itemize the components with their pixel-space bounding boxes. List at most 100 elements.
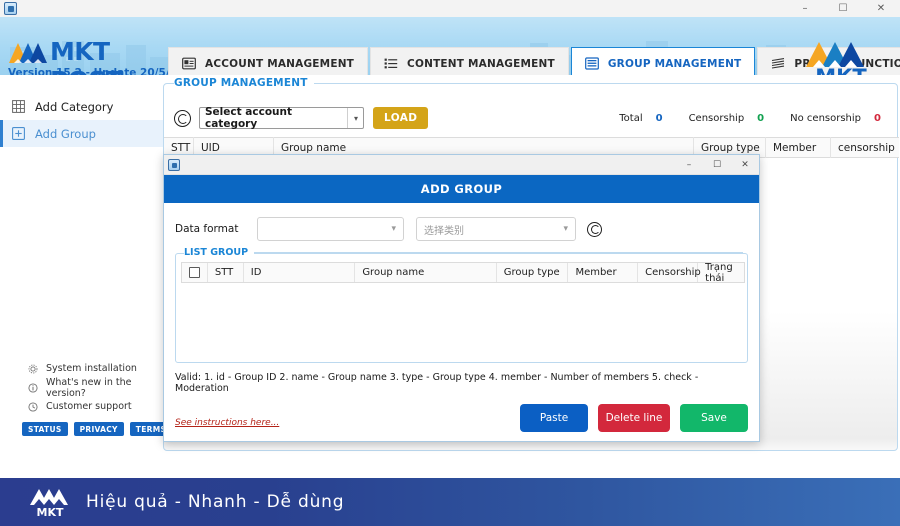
body-area: Add Category Add Group System installati… <box>0 75 900 460</box>
counter-value: 0 <box>655 112 663 124</box>
panel-toolbar: Select account category ▾ LOAD Total 0 C… <box>164 99 899 137</box>
category-select-value: 选择类别 <box>424 225 464 237</box>
sidebar-link-whats-new[interactable]: What's new in the version? <box>0 376 163 399</box>
sidebar-link-label: System installation <box>46 363 137 374</box>
sidebar-link-label: Customer support <box>46 401 132 412</box>
data-format-row: Data format ▾ 选择类别 ▾ <box>175 213 748 245</box>
col-censorship[interactable]: censorship <box>831 137 897 158</box>
paste-button[interactable]: Paste <box>520 404 588 432</box>
window-controls: – ☐ ✕ <box>786 0 900 17</box>
legend-rule <box>313 82 888 84</box>
add-group-modal: – ☐ ✕ ADD GROUP Data format ▾ 选择类别 ▾ LIS… <box>163 154 760 442</box>
data-format-label: Data format <box>175 223 239 235</box>
layers-icon <box>772 58 785 69</box>
panel-legend: GROUP MANAGEMENT <box>174 77 888 89</box>
os-titlebar: – ☐ ✕ <box>0 0 900 17</box>
clock-icon <box>28 401 38 412</box>
lcol-group-name[interactable]: Group name <box>355 263 497 282</box>
list-group-fieldset: LIST GROUP STT ID Group name Group type … <box>175 247 748 363</box>
main-tabbar: ACCOUNT MANAGEMENT CONTENT MANAGEMENT GR… <box>168 47 900 75</box>
mkt-footer-logo-icon: MKT <box>30 489 68 519</box>
id-card-icon <box>182 57 196 70</box>
lcol-censorship[interactable]: Censorship <box>638 263 701 282</box>
modal-maximize-button[interactable]: ☐ <box>703 155 731 175</box>
app-icon <box>4 2 17 15</box>
load-button[interactable]: LOAD <box>373 107 429 129</box>
sidebar-link-system-installation[interactable]: System installation <box>0 359 163 378</box>
list-group-legend-label: LIST GROUP <box>184 247 255 258</box>
badge-status[interactable]: STATUS <box>22 422 68 436</box>
lcol-member[interactable]: Member <box>568 263 639 282</box>
modal-close-button[interactable]: ✕ <box>731 155 759 175</box>
sidebar-item-add-group[interactable]: Add Group <box>0 120 163 147</box>
tab-account-management[interactable]: ACCOUNT MANAGEMENT <box>168 47 369 75</box>
modal-title: ADD GROUP <box>164 175 759 203</box>
gear-icon <box>28 364 38 373</box>
counter-censorship: Censorship 0 <box>689 113 765 124</box>
select-account-category-value: Select account category <box>205 106 293 130</box>
category-select[interactable]: 选择类别 ▾ <box>416 217 576 241</box>
lcol-group-type[interactable]: Group type <box>497 263 569 282</box>
select-account-category-dropdown[interactable]: Select account category ▾ <box>199 106 364 130</box>
modal-body: Data format ▾ 选择类别 ▾ LIST GROUP STT ID G… <box>164 203 759 432</box>
modal-minimize-button[interactable]: – <box>675 155 703 175</box>
panel-legend-label: GROUP MANAGEMENT <box>174 77 314 89</box>
list-icon <box>384 58 398 69</box>
tab-profile-function[interactable]: PROFILE FUNCTION <box>757 47 900 75</box>
chevron-down-icon: ▾ <box>391 224 396 234</box>
counter-total: Total 0 <box>619 113 662 124</box>
tab-label: ACCOUNT MANAGEMENT <box>205 57 355 70</box>
bottom-gap <box>0 460 900 478</box>
lcol-stt[interactable]: STT <box>208 263 244 282</box>
save-button[interactable]: Save <box>680 404 748 432</box>
select-all-cell[interactable] <box>182 263 208 282</box>
col-member[interactable]: Member <box>766 137 831 158</box>
sidebar-link-customer-support[interactable]: Customer support <box>0 397 163 416</box>
select-all-checkbox[interactable] <box>188 267 200 278</box>
lcol-id[interactable]: ID <box>244 263 356 282</box>
chevron-down-icon: ▾ <box>563 224 568 234</box>
tab-content-management[interactable]: CONTENT MANAGEMENT <box>370 47 569 75</box>
delete-line-button[interactable]: Delete line <box>598 404 670 432</box>
footer-banner: MKT Hiệu quả - Nhanh - Dễ dùng <box>0 478 900 526</box>
list-group-legend: LIST GROUP <box>184 247 743 258</box>
list-group-table-header: STT ID Group name Group type Member Cens… <box>181 262 745 284</box>
tab-label: GROUP MANAGEMENT <box>607 57 742 70</box>
close-button[interactable]: ✕ <box>862 0 900 17</box>
counter-label: Total <box>619 112 643 124</box>
sidebar-item-label: Add Group <box>35 126 96 141</box>
sidebar-link-label: What's new in the version? <box>46 376 132 399</box>
tab-label: PROFILE FUNCTION <box>794 57 900 70</box>
group-panel-icon <box>584 57 599 70</box>
modal-titlebar: – ☐ ✕ <box>164 155 759 175</box>
sidebar-footer: System installation What's new in the ve… <box>0 359 173 436</box>
sidebar-badges: STATUS PRIVACY TERMS <box>0 422 173 436</box>
sidebar-item-add-category[interactable]: Add Category <box>0 93 163 120</box>
legend-rule <box>254 252 743 253</box>
counters: Total 0 Censorship 0 No censorship 0 <box>593 113 889 124</box>
counter-value: 0 <box>757 112 765 124</box>
modal-refresh-icon[interactable] <box>587 221 602 237</box>
lcol-trang-thai[interactable]: Trạng thái <box>698 262 744 284</box>
grid-icon <box>12 100 25 113</box>
mkt-logo-icon <box>9 43 47 63</box>
counter-label: Censorship <box>688 112 745 124</box>
info-icon <box>28 382 38 393</box>
svg-text:MKT: MKT <box>37 506 64 519</box>
counter-label: No censorship <box>790 112 862 124</box>
counter-value: 0 <box>874 112 881 124</box>
minimize-button[interactable]: – <box>786 0 824 17</box>
tab-label: CONTENT MANAGEMENT <box>407 57 555 70</box>
counter-no-censorship: No censorship 0 <box>790 113 881 124</box>
brand: MKT POST Version 15.2 - Update 20/5/2024 <box>6 37 199 75</box>
sidebar: Add Category Add Group System installati… <box>0 75 173 460</box>
app-header: MKT POST Version 15.2 - Update 20/5/2024… <box>0 17 900 75</box>
tab-group-management[interactable]: GROUP MANAGEMENT <box>570 47 756 75</box>
data-format-select[interactable]: ▾ <box>257 217 404 241</box>
modal-window-controls: – ☐ ✕ <box>675 155 759 175</box>
sidebar-item-label: Add Category <box>35 99 114 114</box>
chevron-down-icon: ▾ <box>346 108 358 128</box>
badge-privacy[interactable]: PRIVACY <box>73 422 124 436</box>
refresh-icon[interactable] <box>174 109 191 127</box>
maximize-button[interactable]: ☐ <box>824 0 862 17</box>
